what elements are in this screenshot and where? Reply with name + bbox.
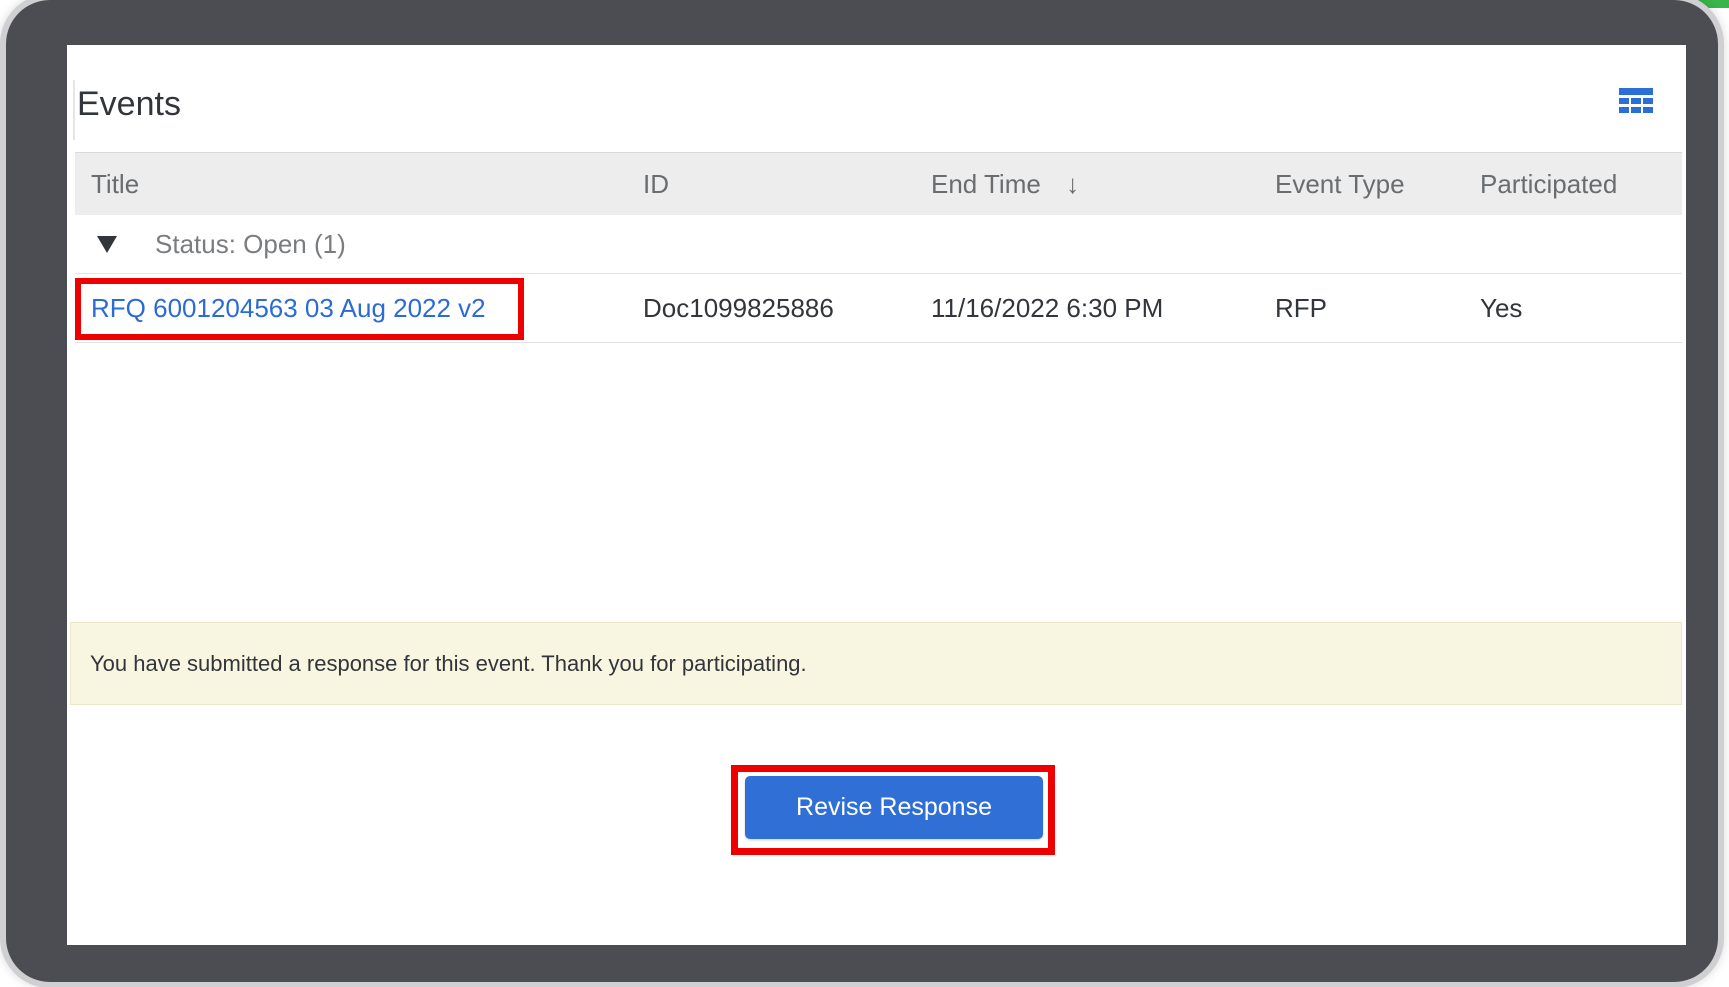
column-header-label: Participated <box>1480 169 1618 199</box>
event-title-link[interactable]: RFQ 6001204563 03 Aug 2022 v2 <box>91 293 486 323</box>
event-type: RFP <box>1275 293 1327 323</box>
event-id: Doc1099825886 <box>643 293 834 323</box>
table-header: Title ID End Time ↓ Event Type Participa… <box>75 152 1682 215</box>
group-label: Status: Open (1) <box>155 229 346 259</box>
column-header-label: Event Type <box>1275 169 1405 199</box>
events-screen: Events Title ID End Time ↓ Event Type Pa… <box>67 45 1686 945</box>
column-header-label: Title <box>91 169 140 199</box>
column-header-end-time[interactable]: End Time ↓ <box>931 153 1079 215</box>
column-header-label: End Time <box>931 169 1041 199</box>
grid-icon <box>1619 88 1653 113</box>
column-header-label: ID <box>643 169 669 199</box>
page-title: Events <box>77 85 181 123</box>
column-header-participated[interactable]: Participated <box>1480 153 1617 215</box>
column-header-event-type[interactable]: Event Type <box>1275 153 1405 215</box>
arrow-down-icon: ↓ <box>1066 169 1080 199</box>
table-row: RFQ 6001204563 03 Aug 2022 v2 Doc1099825… <box>75 274 1682 343</box>
column-header-id[interactable]: ID <box>643 153 669 215</box>
event-participated: Yes <box>1480 293 1523 323</box>
table-options-button[interactable] <box>1619 88 1653 118</box>
device-frame: Events Title ID End Time ↓ Event Type Pa… <box>6 0 1718 982</box>
section-rule <box>73 80 75 140</box>
events-table: Title ID End Time ↓ Event Type Participa… <box>75 152 1682 343</box>
group-toggle[interactable] <box>95 229 119 257</box>
revise-response-button[interactable]: Revise Response <box>745 776 1043 839</box>
event-end-time: 11/16/2022 6:30 PM <box>931 293 1164 323</box>
submission-notice: You have submitted a response for this e… <box>70 622 1682 705</box>
triangle-down-icon <box>97 236 117 253</box>
group-row-status-open: Status: Open (1) <box>75 215 1682 274</box>
column-header-title[interactable]: Title <box>91 153 139 215</box>
